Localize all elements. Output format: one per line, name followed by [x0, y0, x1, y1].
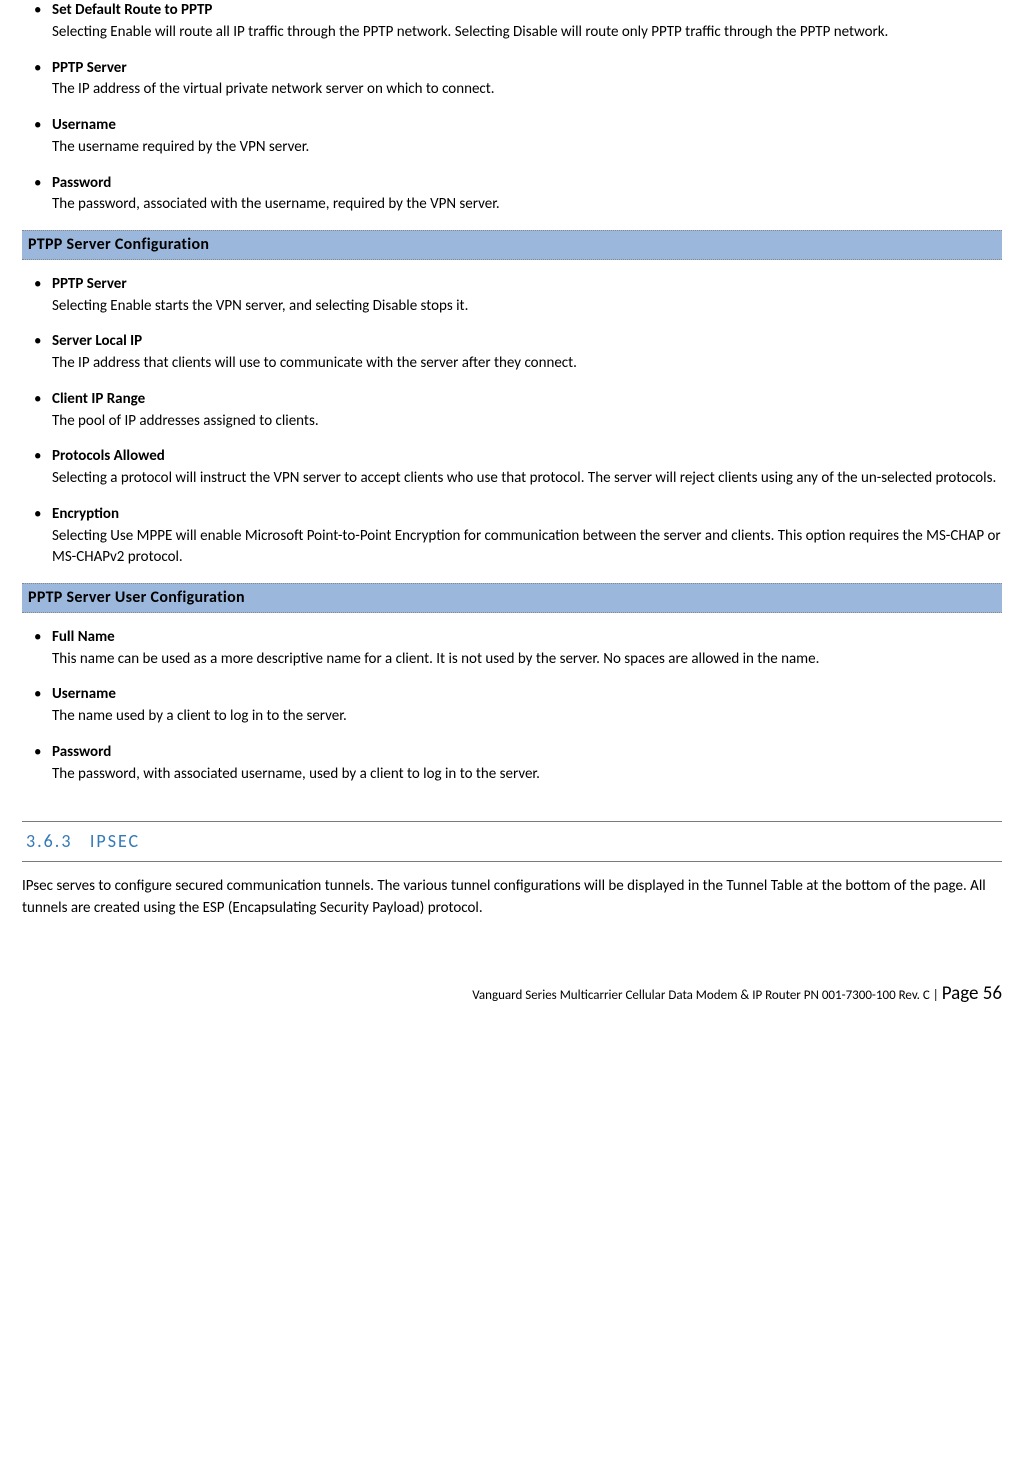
item-title: Username: [52, 685, 116, 703]
item-title: Set Default Route to PPTP: [52, 1, 212, 19]
list-item: PPTP Server Selecting Enable starts the …: [22, 274, 1002, 318]
section-bar-title: PTPP Server Configuration: [28, 235, 209, 254]
footer-doc-title: Vanguard Series Multicarrier Cellular Da…: [472, 988, 930, 1003]
list-item: Full Name This name can be used as a mor…: [22, 627, 1002, 671]
item-title: PPTP Server: [52, 275, 127, 293]
item-desc: The IP address that clients will use to …: [52, 353, 1002, 375]
section-bar-pptp-user-config: PPTP Server User Configuration: [22, 583, 1002, 613]
heading-number: 3.6.3: [22, 830, 86, 852]
list-item: Set Default Route to PPTP Selecting Enab…: [22, 0, 1002, 44]
page-footer: Vanguard Series Multicarrier Cellular Da…: [22, 980, 1002, 1008]
bullet-list-3: Full Name This name can be used as a mor…: [22, 627, 1002, 786]
item-desc: The name used by a client to log in to t…: [52, 706, 1002, 728]
item-title: PPTP Server: [52, 59, 127, 77]
item-desc: Selecting Enable starts the VPN server, …: [52, 296, 1002, 318]
heading-ipsec: 3.6.3 IPSEC: [22, 821, 1002, 862]
list-item: Client IP Range The pool of IP addresses…: [22, 389, 1002, 433]
list-item: Password The password, associated with t…: [22, 173, 1002, 217]
item-title: Username: [52, 116, 116, 134]
item-desc: The pool of IP addresses assigned to cli…: [52, 411, 1002, 433]
bullet-list-2: PPTP Server Selecting Enable starts the …: [22, 274, 1002, 569]
list-item: Password The password, with associated u…: [22, 742, 1002, 786]
list-item: Encryption Selecting Use MPPE will enabl…: [22, 504, 1002, 569]
footer-page-number: Page 56: [942, 982, 1002, 1005]
ipsec-intro-paragraph: IPsec serves to configure secured commun…: [22, 876, 1002, 920]
footer-separator: |: [930, 988, 942, 1003]
item-desc: The password, with associated username, …: [52, 764, 1002, 786]
list-item: Server Local IP The IP address that clie…: [22, 331, 1002, 375]
item-title: Client IP Range: [52, 390, 145, 408]
item-desc: Selecting Use MPPE will enable Microsoft…: [52, 526, 1002, 570]
section-bar-title: PPTP Server User Configuration: [28, 588, 245, 607]
item-desc: This name can be used as a more descript…: [52, 649, 1002, 671]
list-item: PPTP Server The IP address of the virtua…: [22, 58, 1002, 102]
item-title: Encryption: [52, 505, 119, 523]
item-desc: The IP address of the virtual private ne…: [52, 79, 1002, 101]
item-desc: Selecting a protocol will instruct the V…: [52, 468, 1002, 490]
item-desc: Selecting Enable will route all IP traff…: [52, 22, 1002, 44]
item-desc: The username required by the VPN server.: [52, 137, 1002, 159]
item-title: Password: [52, 174, 111, 192]
item-desc: The password, associated with the userna…: [52, 194, 1002, 216]
list-item: Username The username required by the VP…: [22, 115, 1002, 159]
list-item: Username The name used by a client to lo…: [22, 684, 1002, 728]
item-title: Protocols Allowed: [52, 447, 165, 465]
item-title: Server Local IP: [52, 332, 142, 350]
list-item: Protocols Allowed Selecting a protocol w…: [22, 446, 1002, 490]
section-bar-ptpp-server-config: PTPP Server Configuration: [22, 230, 1002, 260]
bullet-list-1: Set Default Route to PPTP Selecting Enab…: [22, 0, 1002, 216]
heading-title: IPSEC: [90, 830, 140, 852]
item-title: Full Name: [52, 628, 115, 646]
item-title: Password: [52, 743, 111, 761]
